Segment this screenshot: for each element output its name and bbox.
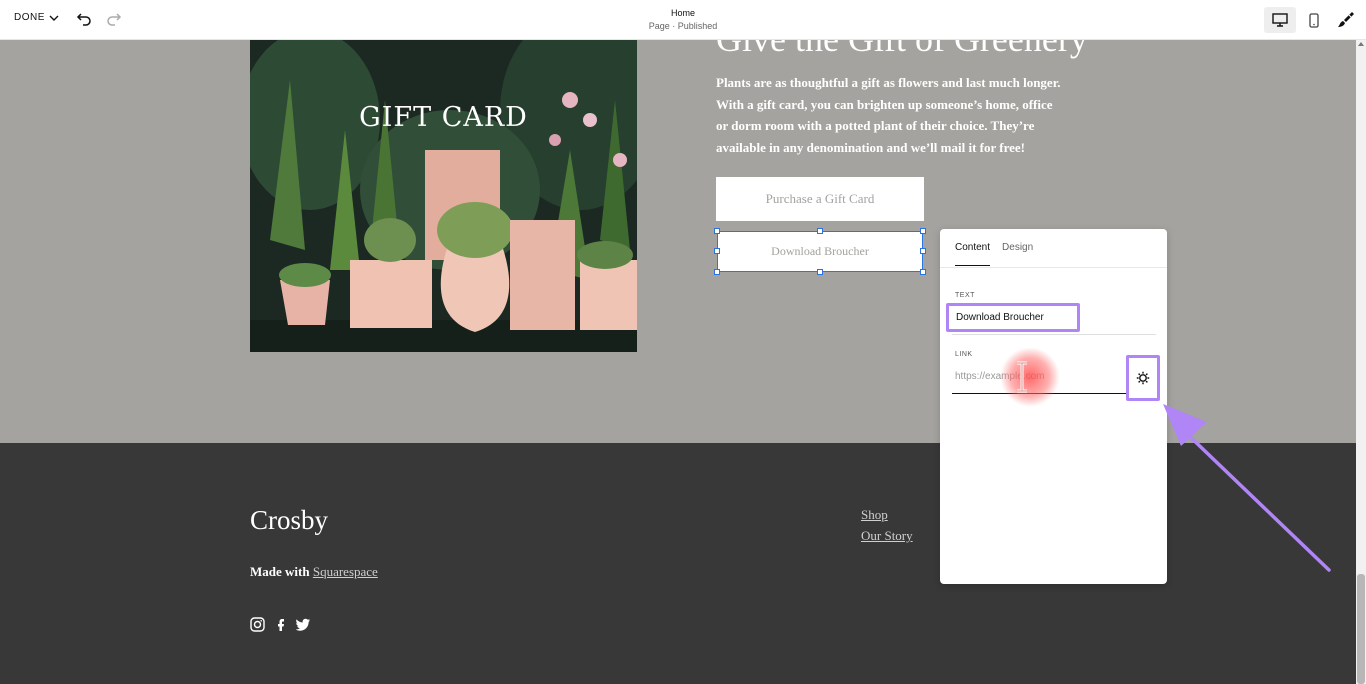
made-with-text: Made with Squarespace [250, 564, 378, 580]
resize-handle[interactable] [714, 269, 720, 275]
cursor-highlight [1000, 347, 1060, 407]
footer-brand[interactable]: Crosby [250, 505, 328, 536]
page-status: Page · Published [648, 21, 718, 31]
resize-handle[interactable] [817, 228, 823, 234]
footer-nav: Shop Our Story [861, 507, 913, 549]
squarespace-link[interactable]: Squarespace [313, 564, 378, 579]
mobile-icon [1309, 12, 1319, 28]
annotation-arrow [1163, 404, 1331, 572]
section-body-text: Plants are as thoughtful a gift as flowe… [716, 75, 1061, 155]
tab-design[interactable]: Design [1002, 242, 1033, 266]
footer-link-shop[interactable]: Shop [861, 507, 913, 523]
footer-link-our-story[interactable]: Our Story [861, 528, 913, 544]
made-with-prefix: Made with [250, 564, 310, 579]
link-settings-button[interactable] [1126, 355, 1160, 401]
resize-handle[interactable] [714, 228, 720, 234]
chevron-down-icon [49, 15, 59, 21]
editor-toolbar: DONE Home Page · Published [0, 0, 1366, 40]
text-cursor-icon [1017, 361, 1027, 393]
facebook-icon[interactable] [273, 617, 288, 632]
done-label: DONE [14, 12, 45, 23]
resize-handle[interactable] [920, 248, 926, 254]
social-links [250, 617, 311, 632]
gift-card-caption: GIFT CARD [359, 102, 528, 133]
mobile-view-button[interactable] [1302, 7, 1326, 33]
desktop-view-button[interactable] [1264, 7, 1296, 33]
tab-content[interactable]: Content [955, 242, 991, 266]
gift-card-image: GIFT CARD [250, 40, 637, 352]
resize-handle[interactable] [817, 269, 823, 275]
brush-icon[interactable] [1336, 10, 1356, 30]
twitter-icon[interactable] [296, 617, 311, 632]
undo-icon[interactable] [76, 11, 92, 27]
desktop-icon [1272, 13, 1288, 27]
redo-icon[interactable] [106, 11, 122, 27]
download-broucher-button[interactable]: Download Broucher [717, 231, 923, 272]
divider [940, 267, 1167, 268]
resize-handle[interactable] [714, 248, 720, 254]
done-button[interactable]: DONE [14, 12, 59, 23]
resize-handle[interactable] [920, 269, 926, 275]
purchase-gift-card-button[interactable]: Purchase a Gift Card [716, 177, 924, 221]
resize-handle[interactable] [920, 228, 926, 234]
button-text-input[interactable]: Download Broucher [946, 303, 1080, 332]
link-field-label: LINK [955, 351, 973, 358]
panel-tabs: Content Design [955, 242, 1033, 266]
section-headline: Give the Gift of Greenery [716, 40, 1088, 60]
instagram-icon[interactable] [250, 617, 265, 632]
scroll-up-icon[interactable] [1358, 42, 1364, 46]
button-editor-panel: Content Design TEXT Download Broucher LI… [940, 229, 1167, 584]
divider [952, 334, 1156, 335]
page-title: Home [670, 8, 695, 18]
gear-icon [1136, 371, 1150, 385]
scrollbar-thumb[interactable] [1357, 574, 1365, 684]
text-field-label: TEXT [955, 292, 975, 299]
